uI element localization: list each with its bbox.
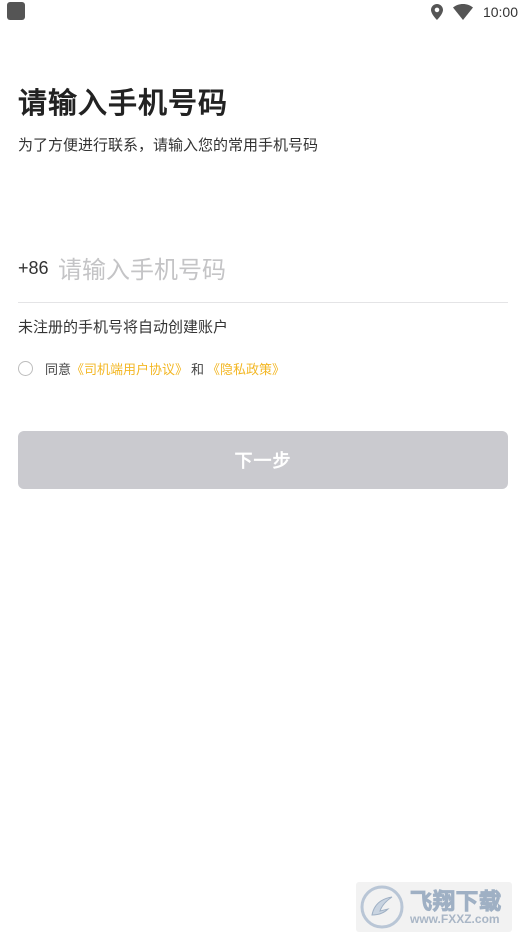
location-icon	[430, 4, 443, 20]
page-subtitle: 为了方便进行联系，请输入您的常用手机号码	[18, 136, 319, 154]
privacy-policy-link[interactable]: 《隐私政策》	[207, 359, 285, 378]
status-bar: 10:00	[0, 0, 522, 24]
phone-input-row: +86	[18, 250, 508, 290]
auto-register-hint: 未注册的手机号将自动创建账户	[18, 318, 229, 336]
status-icons: 10:00	[430, 0, 518, 24]
wifi-icon	[452, 4, 473, 20]
page-title: 请输入手机号码	[18, 86, 229, 120]
login-screen: 10:00 请输入手机号码 为了方便进行联系，请输入您的常用手机号码 +86 未…	[0, 0, 522, 941]
agreement-checkbox[interactable]	[18, 360, 33, 376]
agreement-prefix: 同意	[45, 362, 72, 378]
input-divider	[18, 302, 508, 303]
app-indicator-icon	[7, 2, 25, 20]
status-time: 10:00	[482, 4, 518, 20]
watermark: 飞翔下载 www.FXXZ.com	[356, 882, 512, 932]
agreement-row: 同意 《司机端用户协议》 和 《隐私政策》	[18, 358, 285, 378]
country-code[interactable]: +86	[18, 258, 49, 279]
next-step-label: 下一步	[234, 451, 292, 471]
watermark-logo-icon	[360, 885, 404, 929]
user-agreement-link[interactable]: 《司机端用户协议》	[71, 359, 188, 378]
next-step-button[interactable]: 下一步	[18, 431, 508, 489]
agreement-conjunction: 和	[191, 362, 205, 378]
phone-number-input[interactable]	[58, 250, 498, 290]
watermark-url: www.FXXZ.com	[410, 912, 500, 926]
